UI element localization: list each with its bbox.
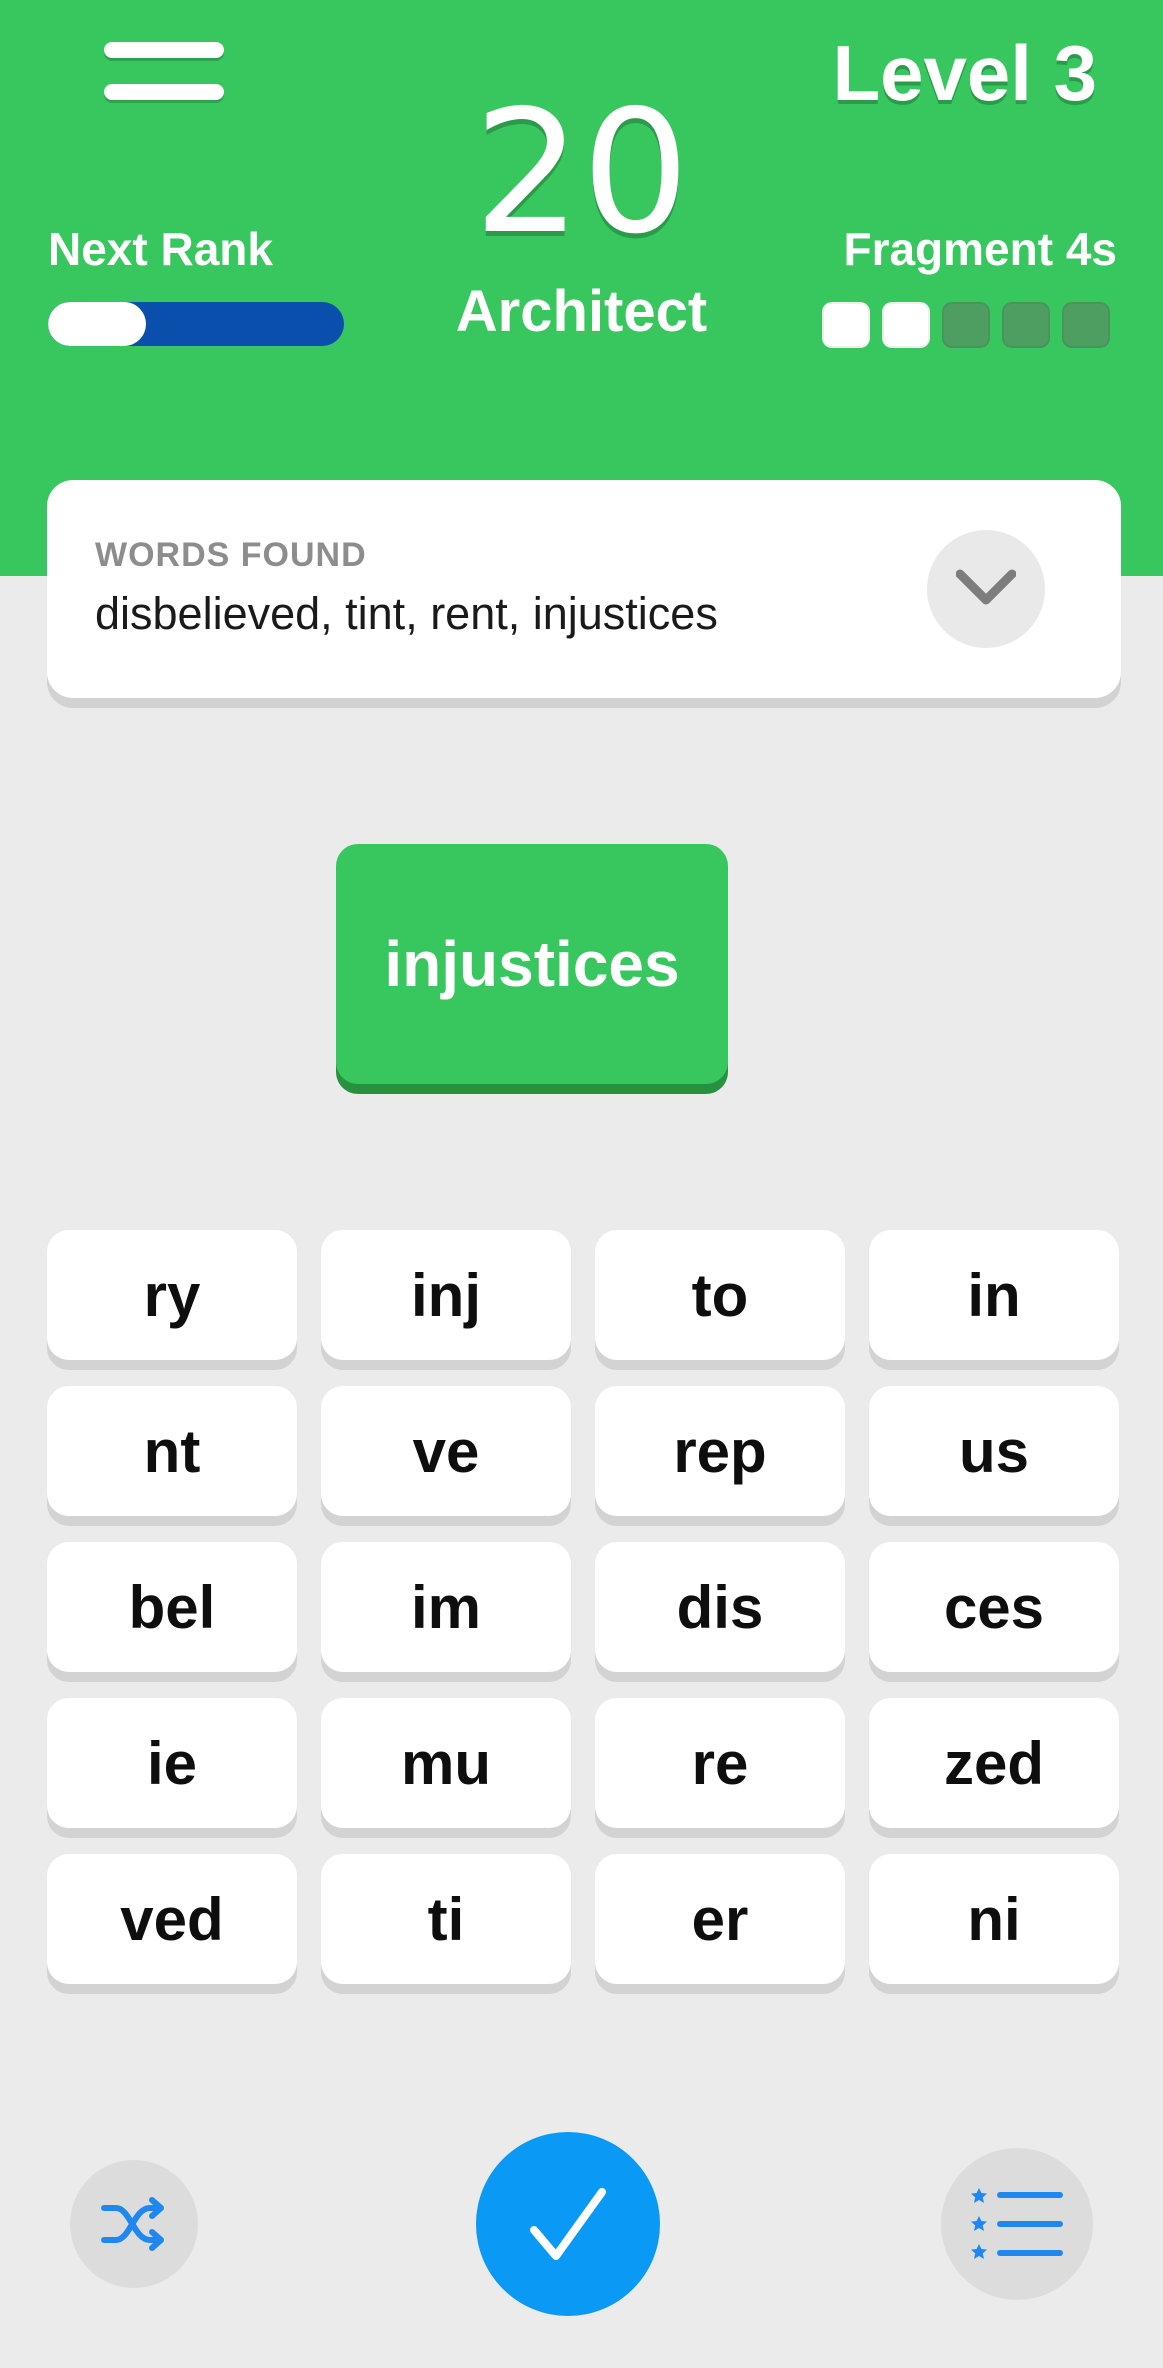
fragment-tile[interactable]: inj [321, 1230, 571, 1360]
fragment-tile[interactable]: rep [595, 1386, 845, 1516]
words-found-title: WORDS FOUND [95, 536, 367, 574]
starred-list-icon [971, 2188, 1063, 2259]
fragment-tile[interactable]: ces [869, 1542, 1119, 1672]
fragment-tile[interactable]: mu [321, 1698, 571, 1828]
fragment-tile[interactable]: im [321, 1542, 571, 1672]
next-rank-progress-bar [48, 302, 344, 346]
fragment-label: Fragment 4s [843, 223, 1117, 275]
fragment-tile[interactable]: to [595, 1230, 845, 1360]
fragment-tile[interactable]: ve [321, 1386, 571, 1516]
fragment-tile[interactable]: bel [47, 1542, 297, 1672]
words-found-list: disbelieved, tint, rent, injustices [95, 588, 718, 639]
shuffle-icon [101, 2197, 164, 2251]
fragment-tile[interactable]: nt [47, 1386, 297, 1516]
next-rank-progress-fill [48, 302, 146, 346]
next-rank-label: Next Rank [48, 223, 273, 275]
checkmark-icon [530, 2188, 606, 2260]
fragment-tile[interactable]: ti [321, 1854, 571, 1984]
fragment-tile[interactable]: us [869, 1386, 1119, 1516]
fragment-tile[interactable]: ry [47, 1230, 297, 1360]
current-word-button[interactable]: injustices [336, 844, 728, 1084]
fragment-tile[interactable]: ni [869, 1854, 1119, 1984]
shuffle-button[interactable] [70, 2160, 198, 2288]
fragment-tile[interactable]: dis [595, 1542, 845, 1672]
expand-words-button[interactable] [927, 530, 1045, 648]
fragment-tile[interactable]: re [595, 1698, 845, 1828]
fragment-tile[interactable]: ie [47, 1698, 297, 1828]
fragment-tile-grid: ry inj to in nt ve rep us bel im dis ces ie mu re zed ve… [47, 1230, 1121, 1984]
fragment-tile[interactable]: zed [869, 1698, 1119, 1828]
chevron-down-icon [956, 569, 1016, 605]
submit-word-button[interactable] [476, 2132, 660, 2316]
fragment-tile[interactable]: ved [47, 1854, 297, 1984]
fragment-tile[interactable]: er [595, 1854, 845, 1984]
fragment-indicators [822, 302, 1110, 348]
fragment-tile[interactable]: in [869, 1230, 1119, 1360]
fragment-indicator [822, 302, 870, 348]
words-found-panel: WORDS FOUND disbelieved, tint, rent, inj… [47, 480, 1121, 698]
word-list-button[interactable] [941, 2148, 1093, 2300]
fragment-indicator [942, 302, 990, 348]
fragment-indicator [882, 302, 930, 348]
fragment-indicator [1002, 302, 1050, 348]
fragment-indicator [1062, 302, 1110, 348]
